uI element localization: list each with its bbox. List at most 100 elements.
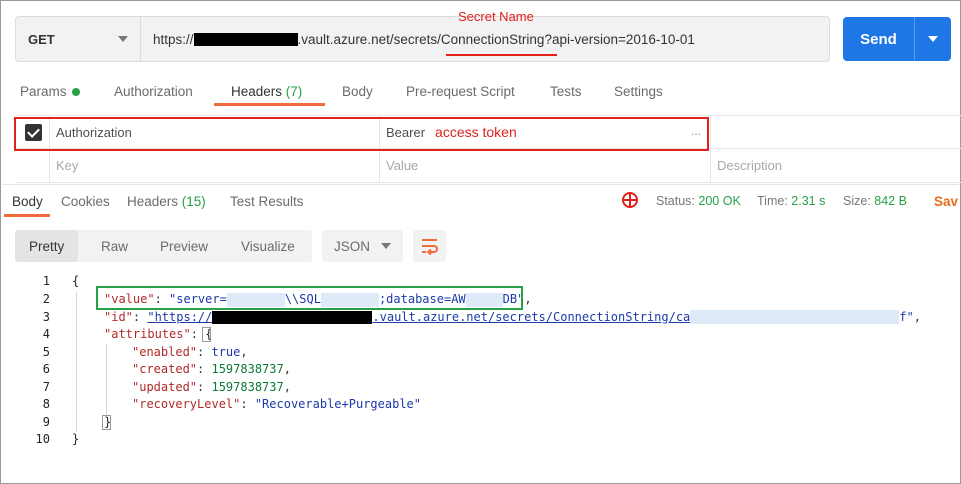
json-key-created: "created" <box>132 362 198 376</box>
size-label: Size: <box>843 194 871 208</box>
code-line-8: 8 "recoveryLevel": "Recoverable+Purgeable… <box>0 396 900 414</box>
key-input[interactable]: Key <box>56 149 78 182</box>
time-readout: Time: 2.31 s <box>757 194 825 208</box>
code-line-7: 7 "updated": 1597838737, <box>0 379 900 397</box>
redacted-vault-name <box>193 32 298 46</box>
save-response-button[interactable]: Sav <box>934 194 958 209</box>
secret-name-underline <box>446 54 557 56</box>
tab-pre-request-script[interactable]: Pre-request Script <box>406 84 515 99</box>
response-divider <box>2 184 959 185</box>
value-input[interactable]: Value <box>386 149 418 182</box>
view-pretty-button[interactable]: Pretty <box>15 230 79 262</box>
method-select[interactable]: GET <box>15 16 141 62</box>
authorization-highlight-box <box>14 117 709 151</box>
code-line-10: 10} <box>0 431 900 449</box>
status-readout: Status: 200 OK <box>656 194 741 208</box>
format-label: JSON <box>334 238 371 254</box>
line-number: 4 <box>42 327 50 341</box>
url-path: .vault.azure.net/secrets/ <box>297 31 441 47</box>
size-value: 842 B <box>874 194 907 208</box>
chevron-down-icon <box>381 243 391 249</box>
bracket-match-highlight <box>202 327 211 342</box>
globe-icon[interactable] <box>622 192 638 208</box>
wrap-lines-icon <box>422 239 438 255</box>
resp-tab-headers[interactable]: Headers (15) <box>127 194 206 209</box>
url-secret-name: ConnectionString <box>440 31 545 47</box>
json-key-enabled: "enabled" <box>132 344 198 359</box>
format-select[interactable]: JSON <box>322 230 403 262</box>
code-line-5: 5 "enabled": true, <box>0 344 900 362</box>
resp-tab-body[interactable]: Body <box>12 194 43 209</box>
code-line-4: 4 "attributes": { <box>0 326 900 344</box>
code-line-9: 9} <box>0 414 900 432</box>
code-line-6: 6 "created": 1597838737, <box>0 361 900 379</box>
chevron-down-icon <box>118 36 128 42</box>
header-row-empty: Key Value Description <box>15 149 961 183</box>
params-status-dot-icon <box>71 88 80 97</box>
code-text: { <box>72 274 80 288</box>
tab-body[interactable]: Body <box>342 84 373 99</box>
resp-tab-test-results[interactable]: Test Results <box>230 194 304 209</box>
line-number: 2 <box>42 292 50 306</box>
description-input[interactable]: Description <box>717 149 782 182</box>
resp-tab-cookies[interactable]: Cookies <box>61 194 110 209</box>
tab-headers[interactable]: Headers (7) <box>231 84 302 99</box>
wrap-lines-button[interactable] <box>413 230 446 262</box>
url-query: ?api-version=2016-10-01 <box>544 31 695 47</box>
size-readout: Size: 842 B <box>843 194 907 208</box>
tab-tests[interactable]: Tests <box>550 84 582 99</box>
key-placeholder: Key <box>56 158 79 173</box>
description-placeholder: Description <box>717 158 783 173</box>
time-value: 2.31 s <box>791 194 826 208</box>
tab-settings[interactable]: Settings <box>614 84 663 99</box>
tab-headers-label: Headers <box>231 84 283 99</box>
line-number: 6 <box>42 362 50 376</box>
view-visualize-button[interactable]: Visualize <box>241 230 295 262</box>
indent-guide <box>106 344 107 416</box>
json-key-recovery-level: "recoveryLevel" <box>132 397 241 411</box>
line-number: 8 <box>42 397 50 411</box>
json-value-enabled: true <box>211 344 241 359</box>
line-number: 1 <box>42 274 50 288</box>
send-options-chevron-icon[interactable] <box>915 17 951 61</box>
json-key-updated: "updated" <box>132 379 198 394</box>
value-placeholder: Value <box>386 158 419 173</box>
line-number: 9 <box>42 414 50 429</box>
line-number: 3 <box>42 309 50 324</box>
line-number: 10 <box>35 432 50 446</box>
tab-headers-count: (7) <box>285 84 303 99</box>
indent-guide <box>76 292 77 432</box>
json-value-recovery-level: "Recoverable+Purgeable" <box>254 397 421 411</box>
view-preview-button[interactable]: Preview <box>160 230 208 262</box>
resp-headers-count: (15) <box>181 194 206 209</box>
view-raw-button[interactable]: Raw <box>101 230 128 262</box>
json-value-updated: 1597838737 <box>211 379 284 394</box>
redacted-vault-name <box>212 310 373 324</box>
value-highlight-box <box>96 286 523 310</box>
line-number: 5 <box>42 344 50 359</box>
resp-active-tab-indicator <box>4 214 50 217</box>
id-link-part[interactable]: "https:// <box>147 310 212 324</box>
time-label: Time: <box>757 194 788 208</box>
secret-name-annotation: Secret Name <box>458 9 534 24</box>
redacted-segment <box>690 310 900 324</box>
json-string-part: f" <box>899 309 914 324</box>
send-button[interactable]: Send <box>843 17 951 61</box>
line-number: 7 <box>42 379 50 394</box>
bracket-match-highlight <box>102 415 111 430</box>
method-label: GET <box>28 31 55 47</box>
json-key-attributes: "attributes" <box>104 327 191 341</box>
url-prefix: https:// <box>153 31 194 47</box>
code-text: } <box>72 432 80 446</box>
active-tab-indicator <box>214 103 325 106</box>
tab-params[interactable]: Params <box>20 84 80 99</box>
resp-tab-headers-label: Headers <box>127 194 179 209</box>
tab-authorization[interactable]: Authorization <box>114 84 193 99</box>
tab-params-label: Params <box>20 84 67 99</box>
json-value-created: 1597838737 <box>211 362 284 376</box>
id-link-part[interactable]: .vault.azure.net/secrets/ConnectionStrin… <box>372 310 690 324</box>
view-mode-toolbar: Pretty Raw Preview Visualize <box>15 230 312 262</box>
status-label: Status: <box>656 194 695 208</box>
status-value: 200 OK <box>698 194 741 208</box>
send-label: Send <box>843 17 915 61</box>
